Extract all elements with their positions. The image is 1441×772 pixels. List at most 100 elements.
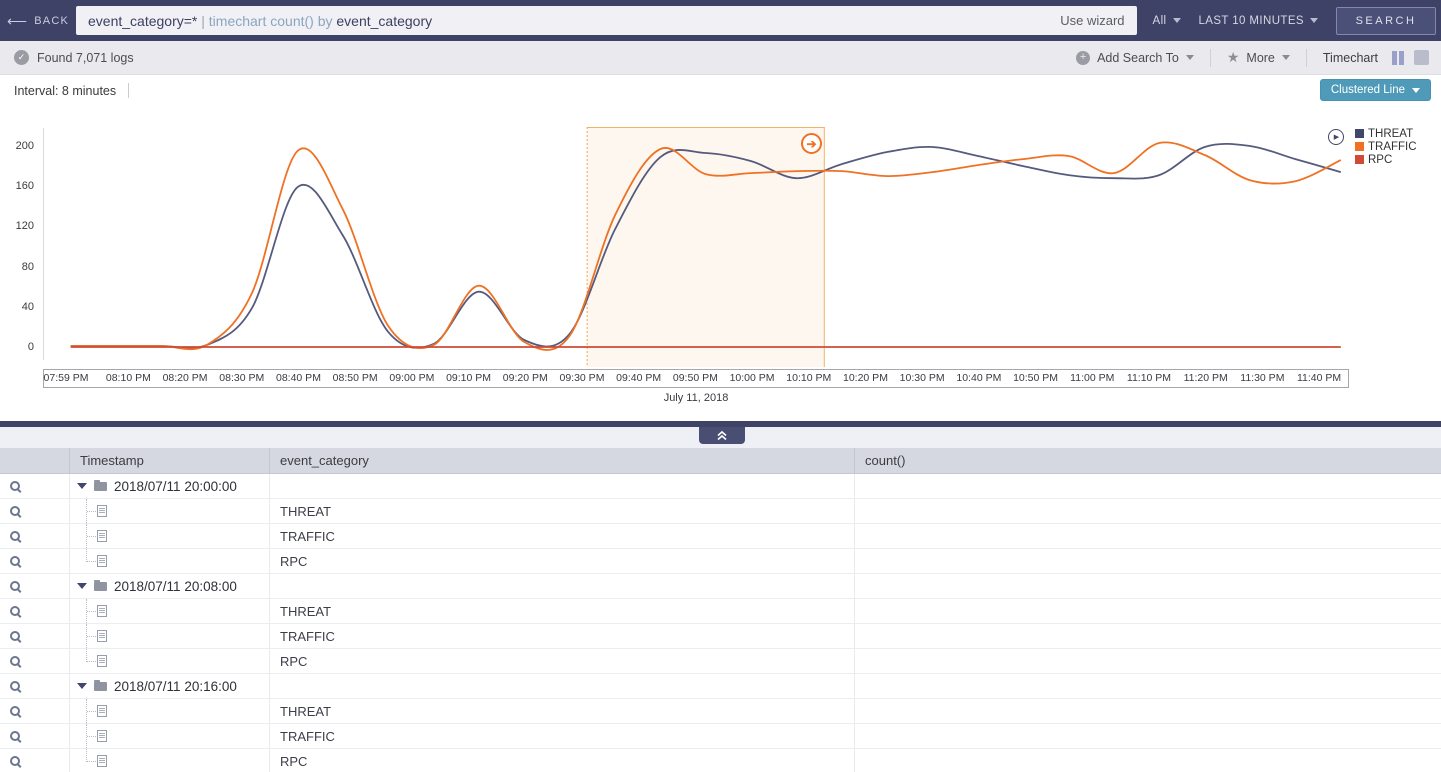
- column-header-count[interactable]: count(): [855, 448, 1441, 473]
- x-axis-tick: 09:40 PM: [616, 372, 661, 384]
- panel-divider[interactable]: [0, 421, 1441, 427]
- legend-item[interactable]: TRAFFIC: [1355, 140, 1417, 153]
- add-search-to-menu[interactable]: + Add Search To: [1076, 51, 1194, 65]
- folder-icon: [94, 482, 107, 491]
- search-query-input[interactable]: event_category=* | timechart count() by …: [76, 6, 1137, 35]
- row-drilldown-cell: [0, 524, 70, 548]
- tree-line: [87, 536, 96, 537]
- plus-circle-icon: +: [1076, 51, 1090, 65]
- results-toolbar: ✓ Found 7,071 logs + Add Search To ★ Mor…: [0, 41, 1441, 75]
- use-wizard-link[interactable]: Use wizard: [1060, 13, 1124, 28]
- x-axis-tick: 09:30 PM: [559, 372, 604, 384]
- selection-arrow-icon[interactable]: ➔: [801, 133, 822, 154]
- search-button[interactable]: SEARCH: [1336, 7, 1436, 35]
- aggregate-results-table: Timestamp event_category count() 2018/07…: [0, 448, 1441, 772]
- row-drilldown-cell: [0, 624, 70, 648]
- document-icon: [97, 505, 107, 517]
- more-menu[interactable]: ★ More: [1227, 49, 1290, 66]
- table-row-child[interactable]: RPC: [0, 549, 1441, 574]
- document-icon: [97, 655, 107, 667]
- x-axis-tick: 08:30 PM: [219, 372, 264, 384]
- timestamp-cell[interactable]: 2018/07/11 20:00:00: [70, 474, 270, 498]
- timechart[interactable]: 04080120160200 07:59 PM08:10 PM08:20 PM0…: [0, 106, 1441, 411]
- table-row-group[interactable]: 2018/07/11 20:00:00: [0, 474, 1441, 499]
- event-category-cell[interactable]: THREAT: [270, 499, 855, 523]
- back-button[interactable]: ⟵ BACK: [0, 14, 76, 28]
- event-category-cell: [270, 674, 855, 698]
- chart-plot-area[interactable]: [0, 125, 1441, 369]
- tree-line: [87, 711, 96, 712]
- play-button[interactable]: ▶: [1328, 129, 1344, 145]
- expand-triangle-icon[interactable]: [77, 683, 87, 689]
- scope-dropdown[interactable]: All: [1153, 15, 1181, 27]
- event-category-cell[interactable]: RPC: [270, 549, 855, 573]
- magnifier-icon[interactable]: [10, 506, 20, 516]
- count-cell: [855, 524, 1441, 548]
- row-drilldown-cell: [0, 749, 70, 772]
- column-header-event-category[interactable]: event_category: [270, 448, 855, 473]
- more-label: More: [1246, 51, 1274, 65]
- view-label: Timechart: [1323, 51, 1378, 65]
- row-drilldown-cell: [0, 499, 70, 523]
- magnifier-icon[interactable]: [10, 581, 20, 591]
- timestamp-cell: [70, 524, 270, 548]
- legend-item[interactable]: THREAT: [1355, 127, 1417, 140]
- search-query-text[interactable]: event_category=* | timechart count() by …: [88, 13, 1048, 29]
- tree-line: [87, 661, 96, 662]
- timestamp-cell: [70, 649, 270, 673]
- column-view-icon[interactable]: [1392, 51, 1404, 65]
- magnifier-icon[interactable]: [10, 656, 20, 666]
- event-category-cell[interactable]: THREAT: [270, 699, 855, 723]
- document-icon: [97, 630, 107, 642]
- table-row-child[interactable]: TRAFFIC: [0, 724, 1441, 749]
- magnifier-icon[interactable]: [10, 556, 20, 566]
- timestamp-cell: [70, 624, 270, 648]
- table-row-child[interactable]: RPC: [0, 649, 1441, 674]
- event-category-cell[interactable]: TRAFFIC: [270, 724, 855, 748]
- magnifier-icon[interactable]: [10, 531, 20, 541]
- timestamp-cell[interactable]: 2018/07/11 20:16:00: [70, 674, 270, 698]
- table-row-group[interactable]: 2018/07/11 20:08:00: [0, 574, 1441, 599]
- x-axis-tick: 10:10 PM: [786, 372, 831, 384]
- table-row-child[interactable]: RPC: [0, 749, 1441, 772]
- table-row-child[interactable]: THREAT: [0, 699, 1441, 724]
- legend-swatch: [1355, 155, 1364, 164]
- chart-type-dropdown[interactable]: Clustered Line: [1320, 79, 1431, 101]
- count-cell: [855, 574, 1441, 598]
- event-category-cell[interactable]: THREAT: [270, 599, 855, 623]
- time-range-dropdown[interactable]: LAST 10 MINUTES: [1199, 15, 1319, 27]
- magnifier-icon[interactable]: [10, 631, 20, 641]
- toolbar-actions: + Add Search To ★ More Timechart: [1076, 49, 1429, 67]
- magnifier-icon[interactable]: [10, 731, 20, 741]
- table-row-child[interactable]: TRAFFIC: [0, 624, 1441, 649]
- magnifier-icon[interactable]: [10, 681, 20, 691]
- table-row-child[interactable]: THREAT: [0, 599, 1441, 624]
- event-category-cell[interactable]: RPC: [270, 749, 855, 772]
- magnifier-icon[interactable]: [10, 756, 20, 766]
- magnifier-icon[interactable]: [10, 606, 20, 616]
- column-header-timestamp[interactable]: Timestamp: [70, 448, 270, 473]
- timestamp-cell: [70, 699, 270, 723]
- legend-item[interactable]: RPC: [1355, 153, 1417, 166]
- event-category-cell[interactable]: RPC: [270, 649, 855, 673]
- table-row-child[interactable]: TRAFFIC: [0, 524, 1441, 549]
- event-category-cell[interactable]: TRAFFIC: [270, 624, 855, 648]
- magnifier-icon[interactable]: [10, 706, 20, 716]
- chevron-down-icon: [1173, 18, 1181, 23]
- table-row-child[interactable]: THREAT: [0, 499, 1441, 524]
- collapse-chart-button[interactable]: [699, 427, 745, 444]
- x-axis-tick: 11:10 PM: [1127, 372, 1171, 384]
- event-category-cell[interactable]: TRAFFIC: [270, 524, 855, 548]
- grid-view-icon[interactable]: [1414, 50, 1429, 65]
- expand-triangle-icon[interactable]: [77, 483, 87, 489]
- star-icon: ★: [1227, 49, 1240, 66]
- timestamp-cell[interactable]: 2018/07/11 20:08:00: [70, 574, 270, 598]
- x-axis-tick: 09:20 PM: [503, 372, 548, 384]
- expand-triangle-icon[interactable]: [77, 583, 87, 589]
- time-selection-highlight[interactable]: [587, 127, 825, 367]
- magnifier-icon[interactable]: [10, 481, 20, 491]
- table-row-group[interactable]: 2018/07/11 20:16:00: [0, 674, 1441, 699]
- event-category-cell: [270, 574, 855, 598]
- timestamp-value: 2018/07/11 20:00:00: [114, 479, 237, 494]
- folder-icon: [94, 682, 107, 691]
